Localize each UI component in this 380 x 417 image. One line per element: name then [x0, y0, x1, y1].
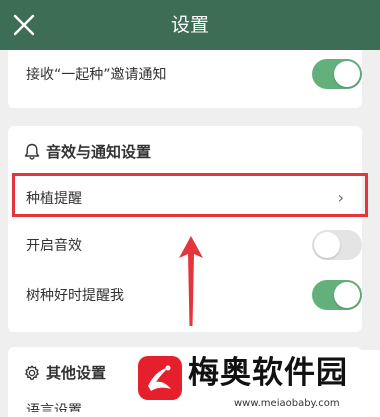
planting-reminder-label: 种植提醒: [26, 191, 82, 207]
invite-notification-row: 接收“一起种”邀请通知: [8, 52, 362, 98]
toggle-knob: [314, 232, 340, 258]
toggle-knob: [334, 282, 360, 308]
other-section-title: 其他设置: [46, 364, 107, 382]
arrow-up-icon: [178, 234, 204, 328]
sound-effect-label: 开启音效: [26, 238, 82, 254]
language-setting-label[interactable]: 语言设置: [26, 402, 82, 412]
tree-reminder-toggle[interactable]: [312, 280, 362, 310]
sound-effect-toggle[interactable]: [312, 230, 362, 260]
page-title: 设置: [170, 14, 209, 36]
gear-icon: [24, 364, 40, 382]
sound-section-title: 音效与通知设置: [46, 143, 152, 161]
invite-notification-label: 接收“一起种”邀请通知: [26, 67, 167, 83]
planting-reminder-row[interactable]: 种植提醒 ›: [8, 176, 362, 222]
watermark: 梅奥软件园 www.meiaobaby.com: [130, 350, 380, 417]
bell-icon: [24, 143, 40, 161]
watermark-url: www.meiaobaby.com: [234, 398, 340, 409]
settings-screen: 设置 接收“一起种”邀请通知 音效与通知设置 种植提醒 › 开启音效 树种好时提…: [0, 0, 380, 417]
watermark-title: 梅奥软件园: [188, 355, 348, 391]
toggle-knob: [334, 61, 360, 87]
invite-notification-toggle[interactable]: [312, 59, 362, 89]
sound-section-header: 音效与通知设置: [8, 138, 362, 166]
tree-reminder-label: 树种好时提醒我: [26, 288, 124, 304]
invite-card: 接收“一起种”邀请通知: [8, 50, 362, 108]
chevron-right-icon: ›: [337, 188, 344, 207]
top-bar: 设置: [0, 0, 380, 50]
watermark-logo-icon: [138, 356, 182, 400]
